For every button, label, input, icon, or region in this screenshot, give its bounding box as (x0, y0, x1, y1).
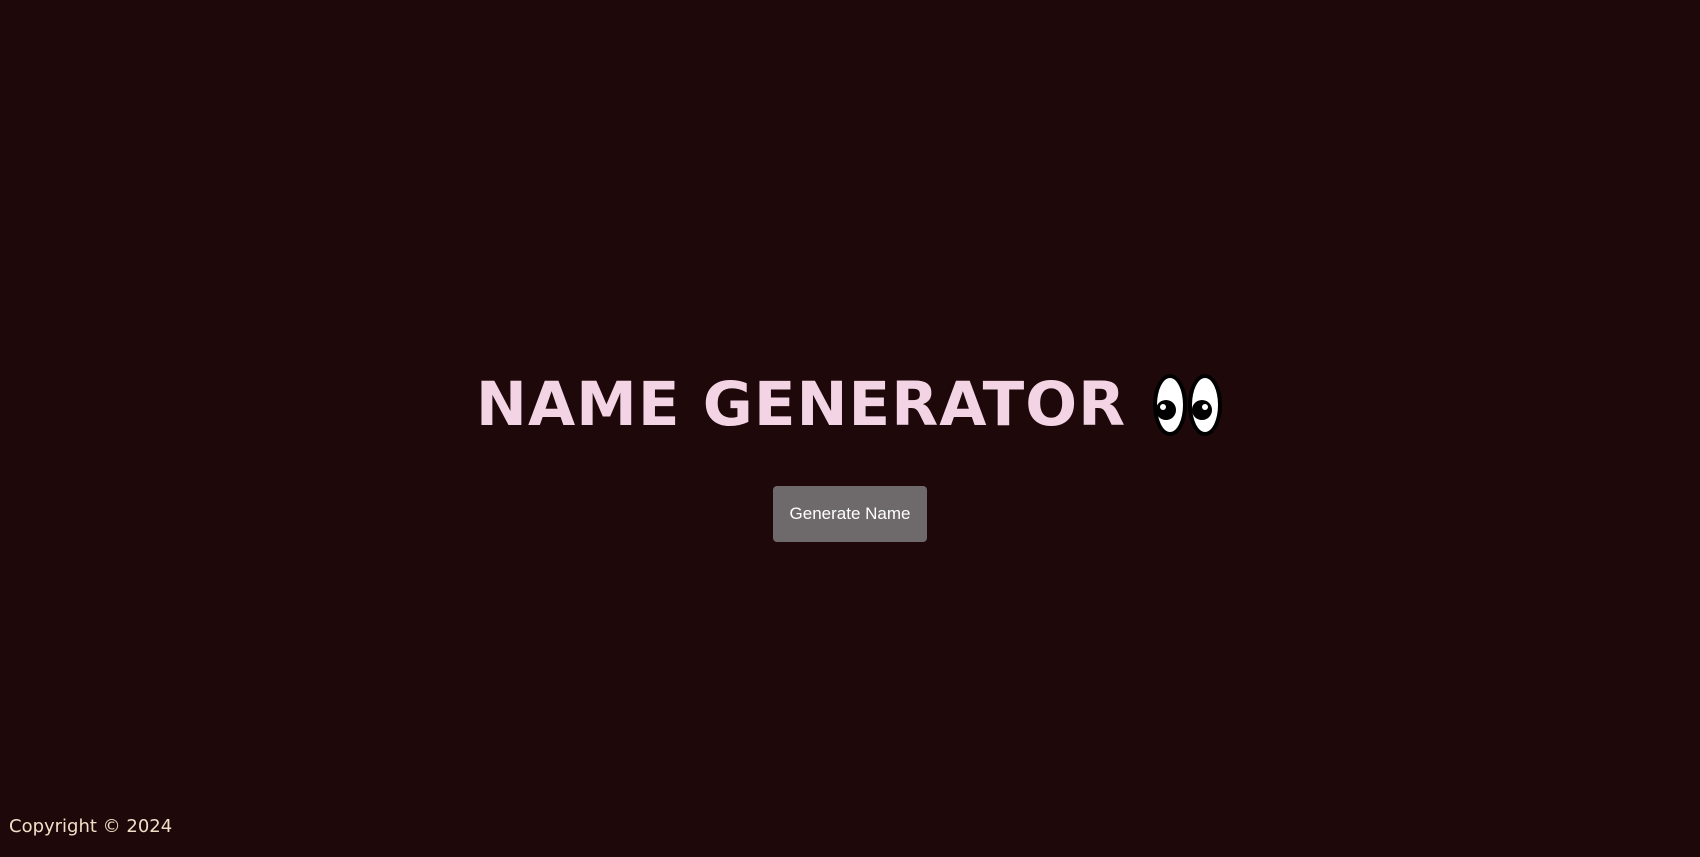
page-title: NAME GENERATOR (475, 369, 1127, 440)
generate-name-button[interactable]: Generate Name (773, 486, 927, 542)
page: NAME GENERATOR Generate Name Copyright ©… (0, 0, 1700, 857)
main-content: NAME GENERATOR Generate Name (0, 0, 1700, 857)
title-row: NAME GENERATOR (0, 370, 1700, 440)
copyright-text: Copyright © 2024 (9, 816, 173, 837)
eyes-icon (1152, 372, 1224, 438)
